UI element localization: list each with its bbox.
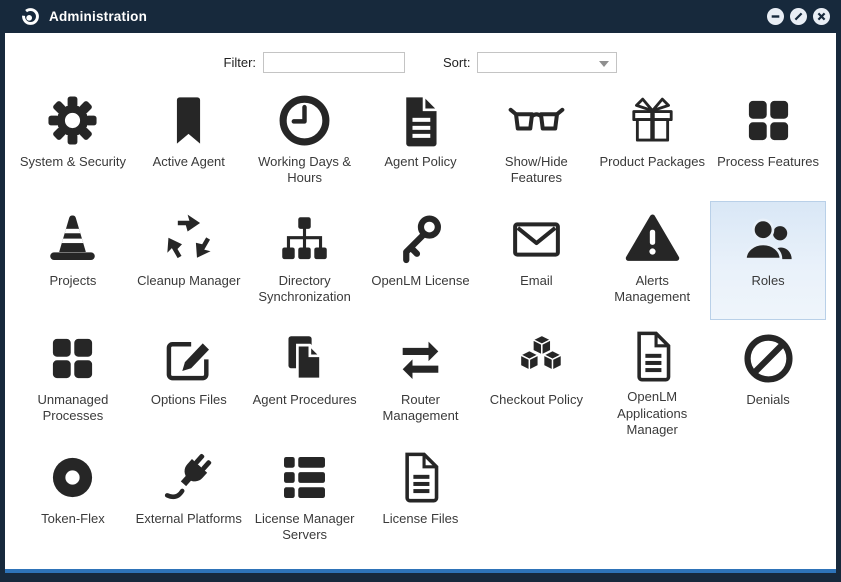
tile-unmanaged-processes[interactable]: Unmanaged Processes [15,320,131,439]
app-logo-icon [21,7,40,26]
tile-label: License Files [381,511,461,527]
users-icon [740,207,797,271]
tile-alerts-management[interactable]: Alerts Management [594,201,710,320]
sitemap-icon [276,207,333,271]
edit-icon [160,326,217,390]
tile-external-platforms[interactable]: External Platforms [131,439,247,558]
tile-label: Roles [749,273,786,289]
tile-label: Projects [47,273,98,289]
cubes-icon [508,326,565,390]
tile-checkout-policy[interactable]: Checkout Policy [478,320,594,439]
minimize-button[interactable] [767,8,784,25]
administration-window: Administration [0,0,841,582]
tile-label: Product Packages [597,154,707,170]
admin-tile-grid: System & Security Active Agent Working Day… [15,82,826,558]
filter-label: Filter: [224,55,257,70]
disable-button[interactable] [790,8,807,25]
key-icon [392,207,449,271]
plug-icon [160,445,217,509]
tile-label: OpenLM License [369,273,471,289]
sort-select[interactable] [477,52,617,73]
tile-license-manager-servers[interactable]: License Manager Servers [247,439,363,558]
tile-denials[interactable]: Denials [710,320,826,439]
tile-options-files[interactable]: Options Files [131,320,247,439]
copy-icon [276,326,333,390]
tile-label: Options Files [149,392,229,408]
tile-label: Process Features [715,154,821,170]
tile-agent-procedures[interactable]: Agent Procedures [247,320,363,439]
window-controls [767,8,830,25]
sort-label: Sort: [443,55,470,70]
cone-icon [44,207,101,271]
tile-label: Cleanup Manager [135,273,242,289]
tile-label: Directory Synchronization [248,273,362,306]
tile-label: Active Agent [151,154,227,170]
chevron-down-icon [599,61,609,67]
tile-system-security[interactable]: System & Security [15,82,131,201]
tile-label: OpenLM Applications Manager [595,389,709,438]
tile-label: Checkout Policy [488,392,585,408]
tile-router-management[interactable]: Router Management [363,320,479,439]
tile-active-agent[interactable]: Active Agent [131,82,247,201]
tile-label: Agent Procedures [251,392,359,408]
tile-label: External Platforms [134,511,244,527]
close-icon [813,8,830,25]
tile-product-packages[interactable]: Product Packages [594,82,710,201]
tile-openlm-applications-manager[interactable]: OpenLM Applications Manager [594,320,710,439]
donut-icon [44,445,101,509]
tile-directory-synchronization[interactable]: Directory Synchronization [247,201,363,320]
tile-token-flex[interactable]: Token-Flex [15,439,131,558]
envelope-icon [508,207,565,271]
exchange-icon [392,326,449,390]
grid-icon [740,88,797,152]
grid-icon [44,326,101,390]
bookmark-icon [160,88,217,152]
ban-icon [740,326,797,390]
tile-working-days-hours[interactable]: Working Days & Hours [247,82,363,201]
file-outline-icon [392,445,449,509]
tile-process-features[interactable]: Process Features [710,82,826,201]
admin-panel-content: Filter: Sort: System & Security Active Ag… [5,33,836,573]
window-title: Administration [49,9,147,24]
list-icon [276,445,333,509]
tile-label: Token-Flex [39,511,107,527]
slash-icon [790,8,807,25]
tile-label: Email [518,273,555,289]
tile-projects[interactable]: Projects [15,201,131,320]
filter-input[interactable] [263,52,405,73]
close-button[interactable] [813,8,830,25]
tile-agent-policy[interactable]: Agent Policy [363,82,479,201]
tile-label: Unmanaged Processes [16,392,130,425]
titlebar: Administration [0,0,841,33]
filter-sort-toolbar: Filter: Sort: [5,33,836,79]
file-outline-icon [624,326,681,387]
tile-label: Router Management [364,392,478,425]
gear-icon [44,88,101,152]
tile-label: System & Security [18,154,128,170]
gift-icon [624,88,681,152]
bottom-accent-strip [5,569,836,573]
minus-icon [767,8,784,25]
tile-roles[interactable]: Roles [710,201,826,320]
tile-label: Alerts Management [595,273,709,306]
tile-label: Show/Hide Features [479,154,593,187]
file-filled-icon [392,88,449,152]
warning-icon [624,207,681,271]
tile-label: Working Days & Hours [248,154,362,187]
tile-label: License Manager Servers [248,511,362,544]
tile-label: Denials [744,392,791,408]
tile-openlm-license[interactable]: OpenLM License [363,201,479,320]
recycle-icon [160,207,217,271]
glasses-icon [508,88,565,152]
tile-license-files[interactable]: License Files [363,439,479,558]
tile-email[interactable]: Email [478,201,594,320]
tile-show-hide-features[interactable]: Show/Hide Features [478,82,594,201]
tile-cleanup-manager[interactable]: Cleanup Manager [131,201,247,320]
clock-icon [276,88,333,152]
tile-label: Agent Policy [382,154,458,170]
